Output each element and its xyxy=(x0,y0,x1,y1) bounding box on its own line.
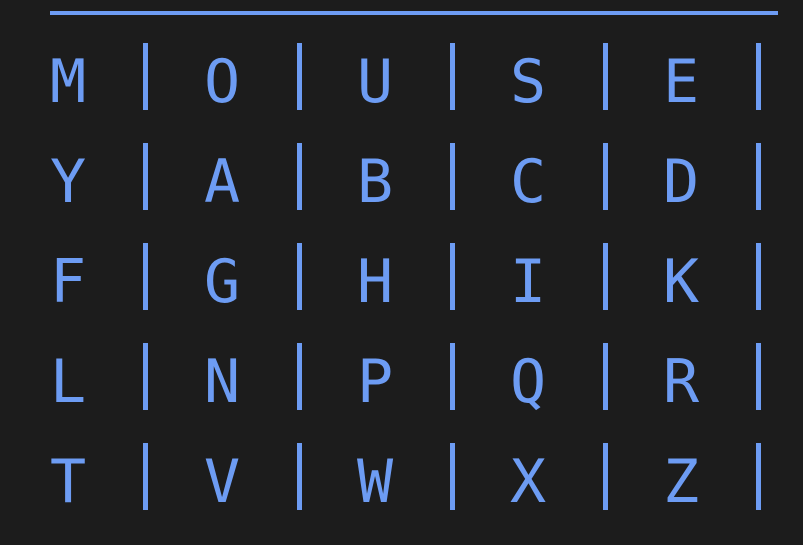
grid-cell: B xyxy=(356,147,394,217)
grid-cell: I xyxy=(509,247,547,317)
grid-cell: T xyxy=(49,447,87,517)
grid-cell: S xyxy=(509,47,547,117)
column-separator xyxy=(756,443,761,510)
column-separator xyxy=(603,43,608,110)
grid-cell: O xyxy=(203,47,241,117)
grid-cell: M xyxy=(49,47,87,117)
grid-cell: L xyxy=(49,347,87,417)
letter-grid: M O U S E Y A B C D F G H I K L N P Q R … xyxy=(0,0,803,545)
column-separator xyxy=(450,343,455,410)
column-separator xyxy=(143,343,148,410)
column-separator xyxy=(603,343,608,410)
grid-cell: K xyxy=(662,247,700,317)
column-separator xyxy=(143,43,148,110)
grid-row: T V W X Z xyxy=(0,432,803,532)
column-separator xyxy=(297,243,302,310)
column-separator xyxy=(450,243,455,310)
grid-cell: C xyxy=(509,147,547,217)
grid-cell: G xyxy=(203,247,241,317)
column-separator xyxy=(756,143,761,210)
grid-row: Y A B C D xyxy=(0,132,803,232)
grid-cell: Z xyxy=(662,447,700,517)
grid-cell: A xyxy=(203,147,241,217)
grid-cell: Y xyxy=(49,147,87,217)
column-separator xyxy=(143,143,148,210)
grid-cell: X xyxy=(509,447,547,517)
grid-cell: H xyxy=(356,247,394,317)
grid-cell: D xyxy=(662,147,700,217)
column-separator xyxy=(756,243,761,310)
column-separator xyxy=(297,43,302,110)
grid-row: M O U S E xyxy=(0,32,803,132)
column-separator xyxy=(603,243,608,310)
column-separator xyxy=(297,343,302,410)
grid-cell: W xyxy=(356,447,394,517)
column-separator xyxy=(297,143,302,210)
grid-cell: V xyxy=(203,447,241,517)
column-separator xyxy=(450,443,455,510)
column-separator xyxy=(143,243,148,310)
column-separator xyxy=(143,443,148,510)
column-separator xyxy=(450,43,455,110)
grid-cell: F xyxy=(49,247,87,317)
grid-row: F G H I K xyxy=(0,232,803,332)
grid-row: L N P Q R xyxy=(0,332,803,432)
grid-cell: E xyxy=(662,47,700,117)
column-separator xyxy=(756,343,761,410)
grid-cell: P xyxy=(356,347,394,417)
column-separator xyxy=(603,143,608,210)
grid-cell: U xyxy=(356,47,394,117)
grid-cell: N xyxy=(203,347,241,417)
grid-cell: R xyxy=(662,347,700,417)
column-separator xyxy=(297,443,302,510)
grid-cell: Q xyxy=(509,347,547,417)
column-separator xyxy=(756,43,761,110)
column-separator xyxy=(603,443,608,510)
column-separator xyxy=(450,143,455,210)
